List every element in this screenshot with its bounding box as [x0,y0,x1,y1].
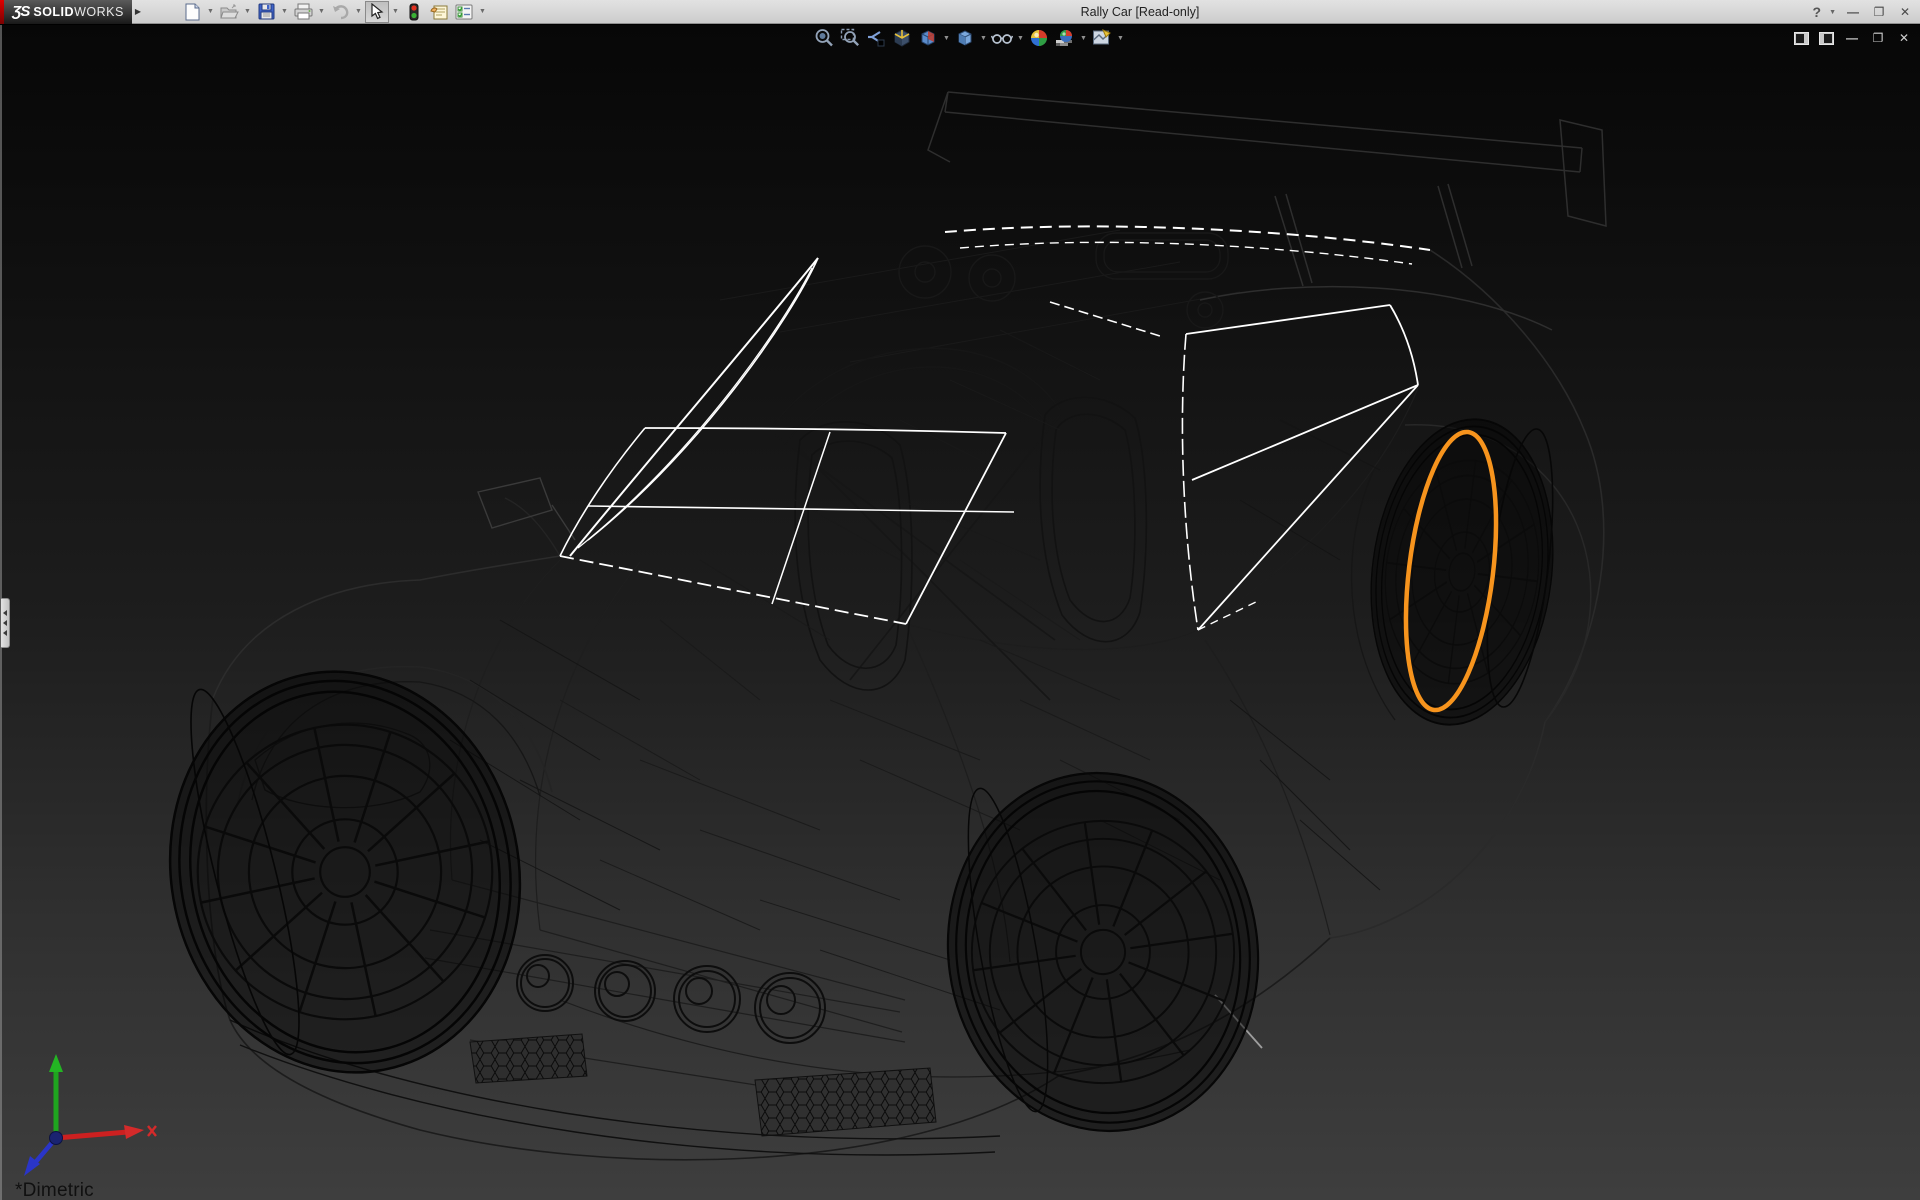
standard-toolbar: ▼ ▼ ▼ [180,1,488,23]
new-dropdown[interactable]: ▼ [205,1,216,23]
solidworks-window: ƷS SOLIDWORKS ▶ ▼ ▼ [0,0,1920,1200]
options-button[interactable] [452,1,476,23]
scene-ball-icon [1055,28,1075,48]
section-view-icon [892,28,912,48]
doc-restore-button[interactable]: ❐ [1870,31,1886,45]
select-cursor-icon [370,3,384,20]
viewport-canvas[interactable] [0,0,1920,1200]
save-button[interactable] [254,1,278,23]
display-style-button[interactable] [953,27,977,49]
show-left-pane-icon[interactable] [1794,32,1809,45]
view-orientation-dropdown[interactable]: ▼ [942,27,951,49]
display-style-cube-icon [955,28,975,48]
printer-icon [294,3,313,20]
zoom-to-fit-button[interactable] [812,27,836,49]
previous-view-icon [866,28,886,48]
print-button[interactable] [291,1,315,23]
heads-up-view-toolbar: ▼ ▼ ▼ [812,27,1125,49]
grille-mesh [470,1034,936,1136]
select-dropdown[interactable]: ▼ [390,1,401,23]
options-dropdown[interactable]: ▼ [477,1,488,23]
file-properties-button[interactable] [427,1,451,23]
view-settings-button[interactable] [1090,27,1114,49]
options-checklist-icon [455,4,473,20]
hide-show-dropdown[interactable]: ▼ [1016,27,1025,49]
file-properties-icon [430,3,449,20]
minimize-button[interactable]: — [1844,5,1862,19]
rear-left-wheel[interactable] [925,753,1281,1151]
front-left-wheel[interactable] [133,639,556,1105]
view-orientation-label: *Dimetric [15,1180,94,1200]
triad-origin [50,1132,63,1145]
edit-appearance-button[interactable] [1027,27,1051,49]
help-dropdown[interactable]: ▼ [1829,9,1836,16]
traffic-light-icon [409,3,419,21]
orientation-triad [10,1040,180,1190]
menu-flyout-arrow[interactable]: ▶ [132,1,144,23]
rebuild-button[interactable] [402,1,426,23]
brand-bold: SOLID [33,5,74,19]
doc-minimize-button[interactable]: — [1844,31,1860,45]
undo-dropdown[interactable]: ▼ [353,1,364,23]
collapse-arrow-icon [3,620,7,626]
eyeglasses-icon [991,28,1013,48]
x-axis-label [148,1126,156,1136]
view-settings-dropdown[interactable]: ▼ [1116,27,1125,49]
section-view-button[interactable] [890,27,914,49]
x-axis-arrow [124,1125,144,1139]
y-axis-arrow [49,1054,63,1072]
undo-button[interactable] [328,1,352,23]
save-dropdown[interactable]: ▼ [279,1,290,23]
close-button[interactable]: ✕ [1896,5,1914,19]
open-dropdown[interactable]: ▼ [242,1,253,23]
help-button[interactable]: ? [1813,4,1822,20]
display-style-dropdown[interactable]: ▼ [979,27,988,49]
view-settings-icon [1092,28,1112,48]
show-right-pane-icon[interactable] [1819,32,1834,45]
menu-bar: ƷS SOLIDWORKS ▶ ▼ ▼ [0,0,1920,24]
undo-arrow-icon [331,3,350,20]
previous-view-button[interactable] [864,27,888,49]
document-title: Rally Car [Read-only] [960,0,1320,24]
brand-light: WORKS [74,5,124,19]
save-floppy-icon [258,3,275,20]
open-folder-icon [220,4,239,20]
zoom-area-icon [840,28,860,48]
view-orientation-icon [918,28,938,48]
doc-close-button[interactable]: ✕ [1896,31,1912,45]
apply-scene-dropdown[interactable]: ▼ [1079,27,1088,49]
select-button[interactable] [365,1,389,23]
solidworks-logo-glyph: ƷS [12,3,29,20]
new-document-button[interactable] [180,1,204,23]
document-window-controls: — ❐ ✕ [1794,28,1912,48]
zoom-fit-icon [814,28,834,48]
apply-scene-button[interactable] [1053,27,1077,49]
print-dropdown[interactable]: ▼ [316,1,327,23]
restore-button[interactable]: ❐ [1870,5,1888,19]
appearance-ball-icon [1029,28,1049,48]
solidworks-logo: ƷS SOLIDWORKS [4,0,132,24]
feature-pane-collapse-tab[interactable] [1,598,10,648]
view-orientation-button[interactable] [916,27,940,49]
window-controls: ? ▼ — ❐ ✕ [1813,0,1915,24]
collapse-arrow-icon [3,610,7,616]
new-document-icon [184,3,201,21]
hide-show-items-button[interactable] [990,27,1014,49]
collapse-arrow-icon [3,630,7,636]
open-button[interactable] [217,1,241,23]
zoom-to-area-button[interactable] [838,27,862,49]
